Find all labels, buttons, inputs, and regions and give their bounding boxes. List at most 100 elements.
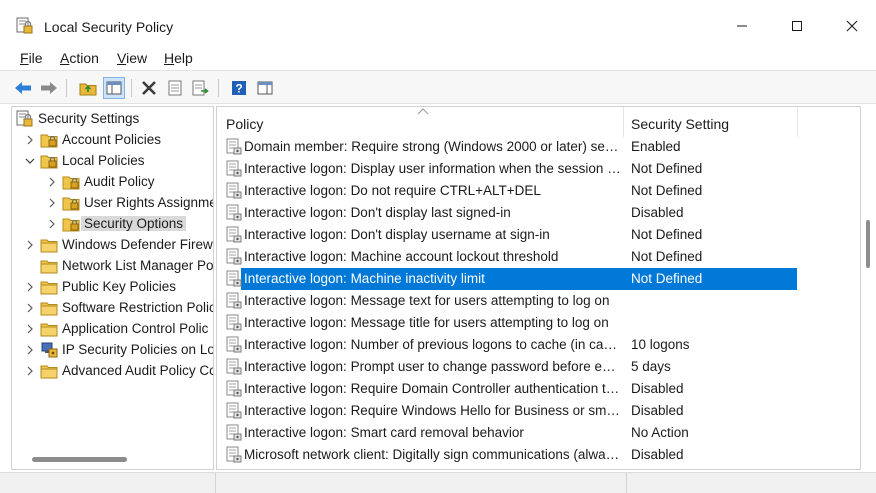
export-list-button[interactable] bbox=[190, 77, 212, 99]
back-button[interactable] bbox=[12, 77, 34, 99]
policy-icon bbox=[225, 358, 243, 376]
tree-item-security-settings[interactable]: Security Settings bbox=[12, 109, 213, 129]
policy-row[interactable]: Interactive logon: Do not require CTRL+A… bbox=[217, 180, 860, 202]
policy-row[interactable]: Interactive logon: Don't display last si… bbox=[217, 202, 860, 224]
sort-ascending-icon bbox=[417, 108, 429, 115]
tree-item-security-options[interactable]: Security Options bbox=[12, 214, 213, 234]
tree-item-network-list-manager-po[interactable]: Network List Manager Po bbox=[12, 256, 213, 276]
menu-view[interactable]: View bbox=[117, 50, 147, 66]
policy-row[interactable]: Microsoft network client: Digitally sign… bbox=[217, 444, 860, 466]
close-button[interactable] bbox=[838, 14, 866, 38]
tree-item-ip-security-policies-on-loc[interactable]: IP Security Policies on Loc bbox=[12, 340, 213, 360]
maximize-button[interactable] bbox=[783, 14, 811, 38]
chevron-right-icon[interactable] bbox=[24, 365, 36, 377]
show-hide-console-tree-button[interactable] bbox=[103, 77, 125, 99]
up-folder-icon bbox=[79, 83, 97, 96]
chevron-right-icon[interactable] bbox=[46, 218, 58, 230]
tree-item-label: Windows Defender Firew bbox=[62, 237, 213, 252]
tree-item-software-restriction-polic[interactable]: Software Restriction Polic bbox=[12, 298, 213, 318]
menu-file[interactable]: File bbox=[20, 50, 43, 66]
minimize-icon bbox=[737, 25, 747, 27]
menu-help[interactable]: Help bbox=[164, 50, 193, 66]
policy-name: Interactive logon: Message title for use… bbox=[244, 315, 609, 330]
tree-item-advanced-audit-policy-co[interactable]: Advanced Audit Policy Co bbox=[12, 361, 214, 381]
delete-button[interactable] bbox=[138, 77, 160, 99]
tree-item-public-key-policies[interactable]: Public Key Policies bbox=[12, 277, 213, 297]
tree-item-audit-policy[interactable]: Audit Policy bbox=[12, 172, 213, 192]
folder-icon bbox=[40, 257, 58, 275]
forward-button[interactable] bbox=[38, 77, 60, 99]
column-header-security-setting[interactable]: Security Setting bbox=[631, 116, 729, 132]
policy-row[interactable]: Interactive logon: Display user informat… bbox=[217, 158, 860, 180]
properties-button[interactable] bbox=[164, 77, 186, 99]
console-tree[interactable]: Security Settings Account Policies Local P… bbox=[11, 106, 214, 470]
properties-icon bbox=[168, 80, 182, 96]
policy-row[interactable]: Interactive logon: Require Domain Contro… bbox=[217, 378, 860, 400]
minimize-button[interactable] bbox=[728, 14, 756, 38]
scrollbar-thumb[interactable] bbox=[866, 220, 870, 268]
show-hide-action-pane-button[interactable] bbox=[254, 77, 276, 99]
security-setting-value: Disabled bbox=[631, 205, 684, 220]
tree-item-windows-defender-firew[interactable]: Windows Defender Firew bbox=[12, 235, 213, 255]
chevron-right-icon[interactable] bbox=[46, 197, 58, 209]
delete-icon bbox=[142, 81, 156, 95]
policy-row[interactable]: Interactive logon: Require Windows Hello… bbox=[217, 400, 860, 422]
close-icon bbox=[846, 20, 858, 32]
policy-row[interactable]: Interactive logon: Number of previous lo… bbox=[217, 334, 860, 356]
list-vertical-scrollbar[interactable] bbox=[862, 106, 874, 470]
chevron-right-icon[interactable] bbox=[24, 239, 36, 251]
policy-icon bbox=[225, 160, 243, 178]
column-header-policy[interactable]: Policy bbox=[226, 116, 263, 132]
tree-item-label: User Rights Assignme bbox=[84, 195, 214, 210]
policy-row[interactable]: Interactive logon: Prompt user to change… bbox=[217, 356, 860, 378]
up-one-level-button[interactable] bbox=[77, 77, 99, 99]
chevron-right-icon[interactable] bbox=[24, 302, 36, 314]
policy-icon bbox=[225, 182, 243, 200]
menu-view-rest: iew bbox=[126, 50, 148, 66]
menu-file-rest: ile bbox=[28, 50, 43, 66]
policy-row[interactable]: Domain member: Require strong (Windows 2… bbox=[217, 136, 860, 158]
chevron-down-icon[interactable] bbox=[24, 155, 36, 167]
policy-list[interactable]: Policy Security Setting Domain member: R… bbox=[216, 106, 861, 470]
tree-item-user-rights-assignme[interactable]: User Rights Assignme bbox=[12, 193, 214, 213]
tree-item-label: Advanced Audit Policy Co bbox=[62, 363, 214, 378]
tree-item-account-policies[interactable]: Account Policies bbox=[12, 130, 213, 150]
status-separator bbox=[215, 473, 216, 493]
policy-name: Interactive logon: Require Domain Contro… bbox=[244, 381, 622, 396]
chevron-right-icon[interactable] bbox=[46, 176, 58, 188]
policy-row[interactable]: Interactive logon: Machine inactivity li… bbox=[217, 268, 860, 290]
tree-item-label: Application Control Polic bbox=[62, 321, 209, 336]
chevron-right-icon[interactable] bbox=[24, 134, 36, 146]
tree-item-application-control-polic[interactable]: Application Control Polic bbox=[12, 319, 213, 339]
policy-icon bbox=[225, 336, 243, 354]
column-divider[interactable] bbox=[797, 107, 798, 137]
security-setting-value: Not Defined bbox=[631, 183, 703, 198]
chevron-right-icon[interactable] bbox=[24, 281, 36, 293]
policy-row[interactable]: Interactive logon: Smart card removal be… bbox=[217, 422, 860, 444]
chevron-right-icon[interactable] bbox=[24, 344, 36, 356]
maximize-icon bbox=[792, 21, 802, 31]
tree-item-label: Security Options bbox=[81, 216, 187, 231]
help-icon: ? bbox=[232, 81, 246, 96]
policy-row[interactable]: Interactive logon: Don't display usernam… bbox=[217, 224, 860, 246]
policy-name: Interactive logon: Don't display usernam… bbox=[244, 227, 550, 242]
forward-icon bbox=[41, 82, 57, 94]
locked-folder-icon bbox=[40, 152, 58, 170]
tree-item-local-policies[interactable]: Local Policies bbox=[12, 151, 213, 171]
tree-item-label: Account Policies bbox=[62, 132, 162, 147]
security-setting-value: Disabled bbox=[631, 381, 684, 396]
ip-security-icon bbox=[40, 341, 58, 359]
policy-row[interactable]: Interactive logon: Machine account locko… bbox=[217, 246, 860, 268]
policy-row[interactable]: Interactive logon: Message title for use… bbox=[217, 312, 860, 334]
column-divider[interactable] bbox=[623, 107, 624, 137]
chevron-right-icon[interactable] bbox=[24, 323, 36, 335]
policy-name: Domain member: Require strong (Windows 2… bbox=[244, 139, 622, 154]
tree-horizontal-scrollbar[interactable] bbox=[32, 457, 127, 462]
help-button[interactable]: ? bbox=[228, 77, 250, 99]
policy-icon bbox=[225, 402, 243, 420]
policy-row[interactable]: Interactive logon: Message text for user… bbox=[217, 290, 860, 312]
folder-icon bbox=[40, 278, 58, 296]
folder-icon bbox=[40, 320, 58, 338]
menu-action[interactable]: Action bbox=[60, 50, 99, 66]
policy-name: Interactive logon: Don't display last si… bbox=[244, 205, 511, 220]
